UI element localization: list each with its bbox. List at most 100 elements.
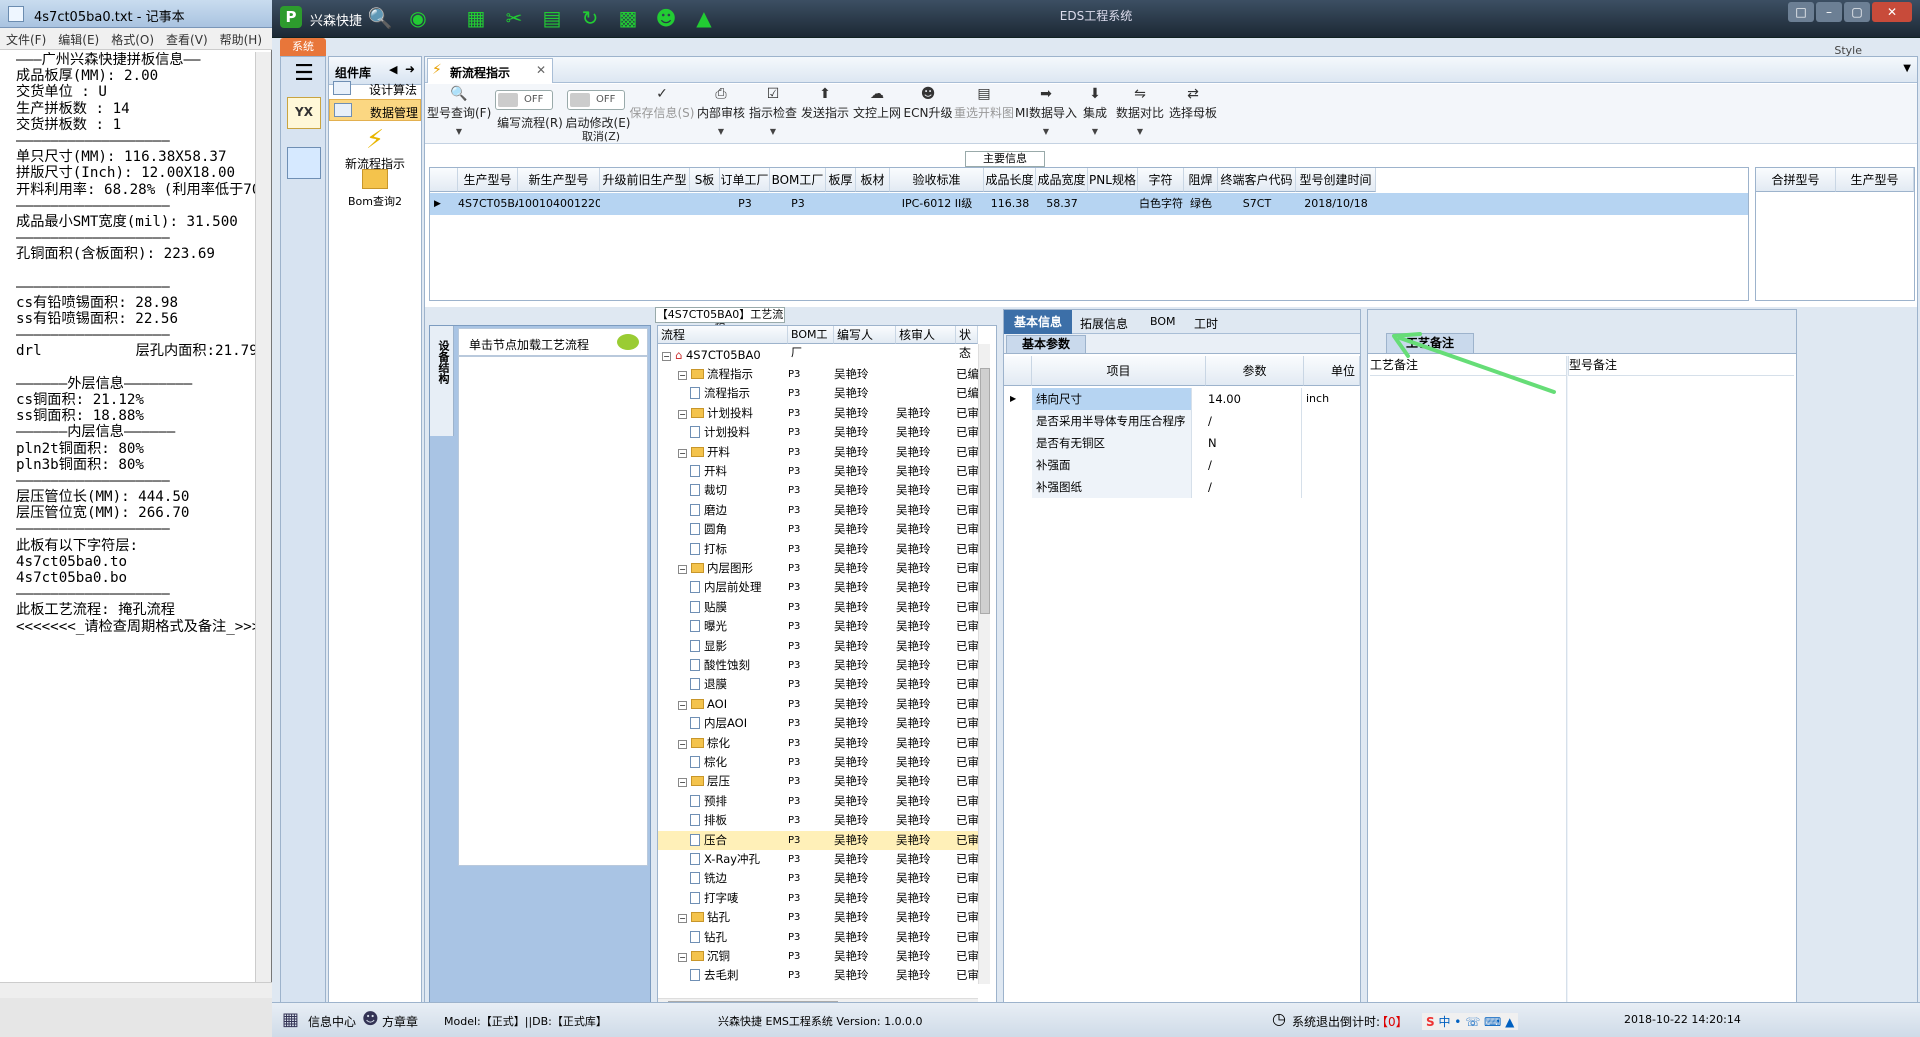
menu-view[interactable]: 查看(V)	[160, 28, 214, 51]
grid-col-header[interactable]: 成品长度	[984, 168, 1036, 192]
tree-row[interactable]: X-Ray冲孔 P3 吴艳玲 吴艳玲 已审核	[658, 850, 988, 869]
tree-row[interactable]: 贴膜 P3 吴艳玲 吴艳玲 已审核	[658, 598, 988, 617]
tree-row[interactable]: 铣边 P3 吴艳玲 吴艳玲 已审核	[658, 869, 988, 888]
menu-icon[interactable]: ☰	[287, 59, 321, 91]
auto-modify-toggle[interactable]: OFF	[567, 90, 625, 110]
grid-cell[interactable]: P3	[770, 193, 826, 215]
grid-col-header[interactable]: 新生产型号	[518, 168, 600, 192]
param-row[interactable]: 是否采用半导体专用压合程序 /	[1004, 410, 1360, 432]
grid-col-header[interactable]: 升级前旧生产型号	[600, 168, 690, 211]
grid-cell[interactable]: 10010400122091	[518, 193, 616, 215]
model-note-column[interactable]: 型号备注	[1568, 356, 1794, 376]
notepad-horizontal-scrollbar[interactable]	[0, 982, 272, 998]
collapse-icon[interactable]: −	[678, 700, 687, 710]
flow-tree-grid[interactable]: 流程 BOM工厂 编写人 核审人 状态 − ⌂ 4S7CT05BA0 − 流程指示 P…	[657, 325, 997, 1013]
internal-review-button[interactable]: ⎙ 内部审核 ▼	[695, 86, 747, 136]
tree-row[interactable]: − 流程指示 P3 吴艳玲 已编写	[658, 365, 988, 384]
grid-cell[interactable]	[826, 193, 856, 215]
collapse-icon[interactable]: −	[678, 448, 687, 458]
tree-row[interactable]: 开料 P3 吴艳玲 吴艳玲 已审核	[658, 462, 988, 481]
grid-col-header[interactable]: PNL规格	[1088, 168, 1138, 192]
craft-divider[interactable]	[1566, 356, 1568, 1016]
menu-file[interactable]: 文件(F)	[0, 28, 52, 51]
collapse-icon[interactable]: −	[678, 371, 687, 380]
query-button[interactable]: 🔍 型号查询(F) ▼	[427, 86, 491, 136]
collapse-icon[interactable]: −	[678, 739, 687, 749]
tree-root[interactable]: − ⌂ 4S7CT05BA0	[658, 346, 988, 365]
param-value[interactable]: /	[1206, 410, 1302, 432]
collapse-icon[interactable]: −	[678, 778, 687, 788]
cancel-label[interactable]: 取消(Z)	[581, 128, 621, 144]
tree-row[interactable]: 磨边 P3 吴艳玲 吴艳玲 已审核	[658, 501, 988, 520]
menu-edit[interactable]: 编辑(E)	[52, 28, 105, 51]
tab-basic-info[interactable]: 基本信息	[1004, 310, 1072, 334]
tree-row[interactable]: 圆角 P3 吴艳玲 吴艳玲 已审核	[658, 520, 988, 539]
restore-icon[interactable]: □	[1788, 2, 1814, 22]
yx-logo-icon[interactable]: YX	[287, 97, 321, 129]
param-row[interactable]: 是否有无铜区 N	[1004, 432, 1360, 454]
basic-params-tab[interactable]: 基本参数	[1006, 335, 1086, 353]
tree-row[interactable]: − 沉铜 P3 吴艳玲 吴艳玲 已审核	[658, 947, 988, 966]
write-flow-toggle[interactable]: OFF	[495, 90, 553, 110]
grid-col-header[interactable]: 终端客户代码	[1218, 168, 1296, 192]
equipment-side-tab[interactable]: 设备结构	[430, 326, 454, 436]
menu-format[interactable]: 格式(O)	[105, 28, 160, 51]
grid-cell[interactable]: 4S7CT05BA0	[458, 193, 529, 215]
tree-row[interactable]: 显影 P3 吴艳玲 吴艳玲 已审核	[658, 637, 988, 656]
grid-cell[interactable]: 绿色	[1184, 193, 1218, 215]
chevron-down-icon[interactable]: ▼	[1903, 63, 1911, 74]
close-icon[interactable]: ✕	[536, 63, 546, 77]
tree-row[interactable]: 去毛刺 P3 吴艳玲 吴艳玲 已审核	[658, 966, 988, 985]
tree-row[interactable]: − 计划投料 P3 吴艳玲 吴艳玲 已审核	[658, 404, 988, 423]
tree-vertical-scrollbar[interactable]	[978, 344, 990, 984]
tree-row[interactable]: 棕化 P3 吴艳玲 吴艳玲 已审核	[658, 753, 988, 772]
main-info-grid[interactable]: 生产型号新生产型号升级前旧生产型号S板订单工厂BOM工厂板厚板材验收标准成品长度…	[429, 167, 1749, 301]
grid-col-header[interactable]: 成品宽度	[1036, 168, 1088, 192]
data-compare-button[interactable]: ⇋ 数据对比 ▼	[1115, 86, 1165, 136]
close-icon[interactable]: ✕	[1872, 2, 1912, 22]
grid-cell[interactable]: 58.37	[1036, 193, 1088, 215]
grid-col-header[interactable]: 字符	[1138, 168, 1184, 192]
prev-icon[interactable]: ◀	[389, 63, 397, 76]
tree-row[interactable]: − AOI P3 吴艳玲 吴艳玲 已审核	[658, 695, 988, 714]
tree-row[interactable]: 内层前处理 P3 吴艳玲 吴艳玲 已审核	[658, 578, 988, 597]
tree-row[interactable]: 退膜 P3 吴艳玲 吴艳玲 已审核	[658, 675, 988, 694]
tree-row[interactable]: 钻孔 P3 吴艳玲 吴艳玲 已审核	[658, 928, 988, 947]
mi-import-button[interactable]: ➡ MI数据导入 ▼	[1015, 86, 1077, 136]
tree-row[interactable]: 曝光 P3 吴艳玲 吴艳玲 已审核	[658, 617, 988, 636]
collapse-icon[interactable]: −	[678, 953, 687, 962]
send-instruction-button[interactable]: ⬆ 发送指示	[799, 86, 851, 121]
windows-grid-icon[interactable]: ▦	[282, 1009, 299, 1030]
grid-col-header[interactable]: 板厚	[826, 168, 856, 192]
ecn-upgrade-button[interactable]: ☻ ECN升级	[903, 86, 953, 121]
menu-help[interactable]: 帮助(H)	[214, 28, 268, 51]
tree-row[interactable]: 流程指示 P3 吴艳玲 已编写	[658, 384, 988, 403]
complib-item-data[interactable]: 数据管理	[329, 99, 421, 121]
tab-new-flow[interactable]: ⚡ 新流程指示 ✕	[427, 58, 553, 83]
grid-col-header[interactable]: S板	[690, 168, 720, 192]
tree-row[interactable]: 计划投料 P3 吴艳玲 吴艳玲 已审核	[658, 423, 988, 442]
grid-cell[interactable]	[1088, 193, 1138, 215]
param-value[interactable]: N	[1206, 432, 1302, 454]
tree-row[interactable]: 预排 P3 吴艳玲 吴艳玲 已审核	[658, 792, 988, 811]
tree-row[interactable]: 裁切 P3 吴艳玲 吴艳玲 已审核	[658, 481, 988, 500]
merge-grid[interactable]: 合拼型号 生产型号	[1755, 167, 1915, 301]
tree-row[interactable]: − 内层图形 P3 吴艳玲 吴艳玲 已审核	[658, 559, 988, 578]
collapse-icon[interactable]: −	[678, 409, 687, 419]
tree-row[interactable]: − 棕化 P3 吴艳玲 吴艳玲 已审核	[658, 734, 988, 753]
grid-cell[interactable]: P3	[720, 193, 770, 215]
param-row[interactable]: 补强面 /	[1004, 454, 1360, 476]
tree-row[interactable]: 打字唛 P3 吴艳玲 吴艳玲 已审核	[658, 889, 988, 908]
grid-col-header[interactable]: 验收标准	[890, 168, 984, 192]
grid-cell[interactable]: 白色字符	[1138, 193, 1184, 215]
grid-cell[interactable]	[600, 193, 690, 215]
instruction-check-button[interactable]: ☑ 指示检查 ▼	[747, 86, 799, 136]
grid-col-header[interactable]: 板材	[856, 168, 890, 192]
minimize-icon[interactable]: –	[1816, 2, 1842, 22]
tree-row[interactable]: − 钻孔 P3 吴艳玲 吴艳玲 已审核	[658, 908, 988, 927]
param-value[interactable]: 14.00	[1206, 388, 1302, 410]
grid-cell[interactable]: 116.38	[984, 193, 1036, 215]
param-value[interactable]: /	[1206, 454, 1302, 476]
info-center[interactable]: 信息中心	[308, 1013, 356, 1030]
tree-row[interactable]: 打标 P3 吴艳玲 吴艳玲 已审核	[658, 540, 988, 559]
